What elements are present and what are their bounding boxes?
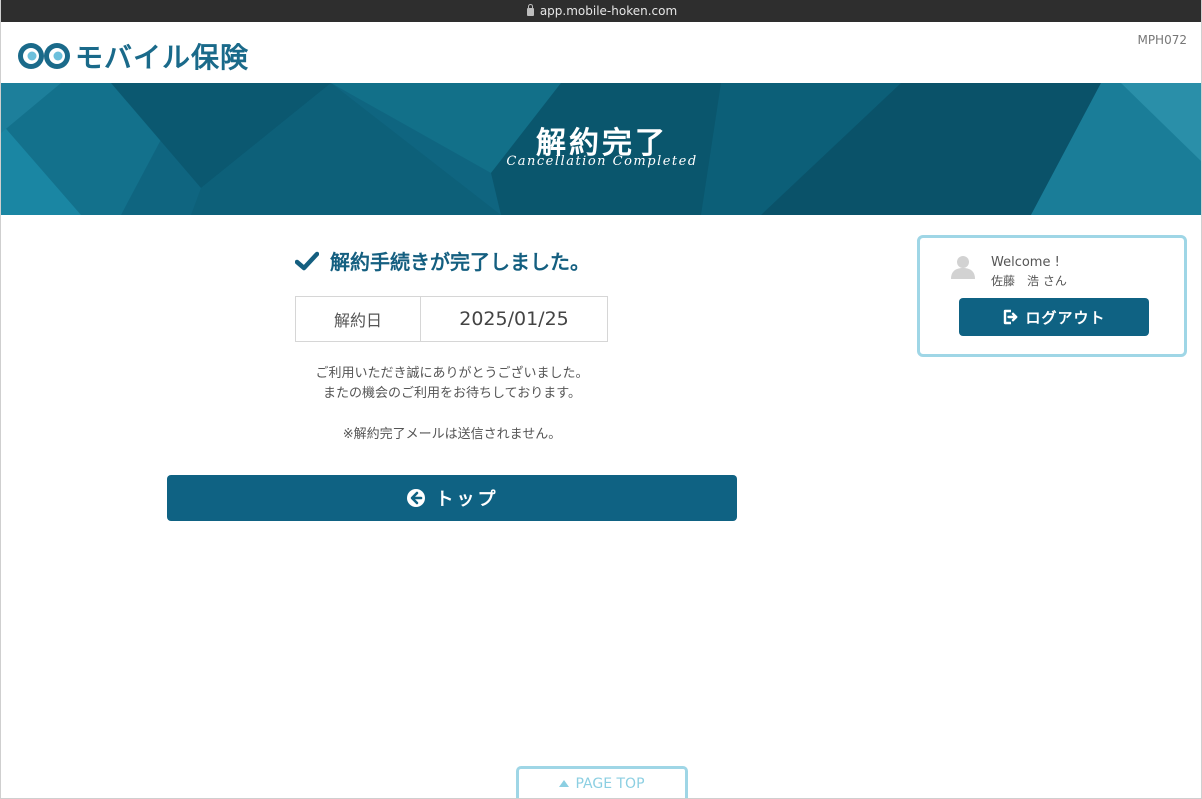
completion-text: 解約手続きが完了しました。 bbox=[330, 250, 590, 274]
check-icon bbox=[295, 251, 319, 270]
page-top-button[interactable]: PAGE TOP bbox=[516, 766, 688, 798]
logo-text: モバイル保険 bbox=[75, 41, 250, 74]
site-header: モバイル保険 MPH072 bbox=[1, 22, 1201, 83]
user-avatar-icon bbox=[951, 256, 975, 279]
triangle-up-icon bbox=[559, 780, 570, 787]
user-name: 佐藤 浩 さん bbox=[991, 274, 1067, 288]
logo[interactable]: モバイル保険 bbox=[17, 36, 249, 76]
logout-label: ログアウト bbox=[1025, 308, 1106, 327]
email-note: ※解約完了メールは送信されません。 bbox=[342, 427, 562, 442]
completion-message: 解約手続きが完了しました。 bbox=[295, 246, 590, 275]
arrow-left-circle-icon bbox=[406, 489, 425, 507]
url-text: app.mobile-hoken.com bbox=[539, 4, 678, 18]
page-banner: 解約完了 Cancellation Completed bbox=[1, 83, 1201, 215]
top-button-label: トップ bbox=[435, 489, 499, 510]
app-window: app.mobile-hoken.com モバイル保険 MPH072 解約完了 … bbox=[0, 0, 1202, 799]
top-button[interactable]: トップ bbox=[167, 475, 737, 521]
cancellation-date-table: 解約日 2025/01/25 bbox=[295, 296, 608, 342]
date-value: 2025/01/25 bbox=[459, 308, 569, 330]
logo-mark-icon bbox=[18, 43, 70, 69]
lock-icon bbox=[526, 4, 534, 16]
logout-icon bbox=[1004, 309, 1018, 325]
screen-code: MPH072 bbox=[1137, 33, 1187, 47]
thanks-note-line1: ご利用いただき誠にありがとうございました。 bbox=[315, 366, 589, 381]
date-label: 解約日 bbox=[296, 297, 421, 341]
user-panel: Welcome ! 佐藤 浩 さん ログアウト bbox=[917, 235, 1187, 357]
welcome-text: Welcome ! bbox=[991, 255, 1060, 270]
thanks-note-line2: またの機会のご利用をお待ちしております。 bbox=[323, 386, 581, 401]
browser-url-bar[interactable]: app.mobile-hoken.com bbox=[1, 0, 1201, 22]
logout-button[interactable]: ログアウト bbox=[959, 298, 1149, 336]
page-subtitle: Cancellation Completed bbox=[506, 154, 698, 169]
page-top-label: PAGE TOP bbox=[575, 776, 645, 792]
